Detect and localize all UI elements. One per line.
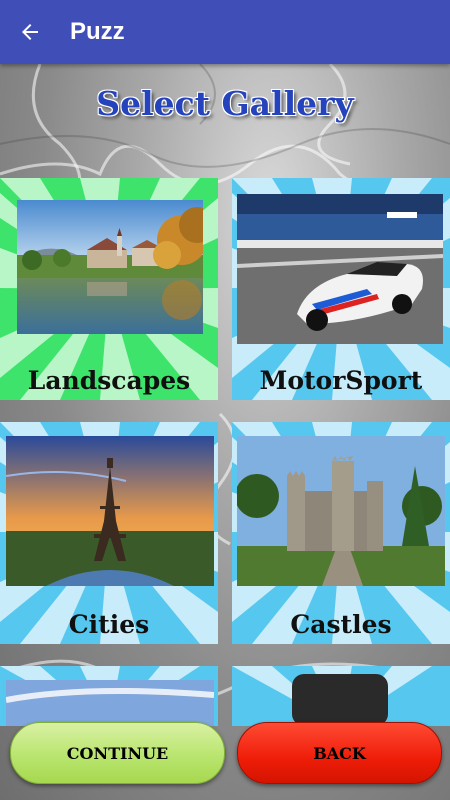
gallery-label: MotorSport bbox=[259, 366, 423, 395]
landscapes-image bbox=[17, 200, 203, 334]
castles-image bbox=[237, 436, 445, 586]
gallery-6-image bbox=[292, 674, 388, 726]
gallery-tile-cities[interactable]: Cities bbox=[0, 422, 218, 644]
gallery-tile-landscapes[interactable]: Landscapes bbox=[0, 178, 218, 400]
gallery-label: Landscapes bbox=[27, 366, 191, 395]
gallery-5-image bbox=[6, 680, 214, 726]
back-button[interactable]: BACK bbox=[237, 722, 442, 784]
arrow-left-icon[interactable] bbox=[6, 8, 54, 56]
continue-button[interactable]: CONTINUE bbox=[10, 722, 225, 784]
app-bar: Puzz bbox=[0, 0, 450, 64]
cities-image bbox=[6, 436, 214, 586]
gallery-heading: Select Gallery bbox=[96, 84, 354, 123]
gallery-label: Cities bbox=[68, 610, 150, 639]
gallery-tile-castles[interactable]: Castles bbox=[232, 422, 450, 644]
gallery-tile-6[interactable] bbox=[232, 666, 450, 726]
app-title: Puzz bbox=[70, 18, 125, 45]
gallery-label: Castles bbox=[290, 610, 392, 639]
gallery-tile-5[interactable] bbox=[0, 666, 218, 726]
gallery-tile-motorsport[interactable]: MotorSport bbox=[232, 178, 450, 400]
motorsport-image bbox=[237, 194, 443, 344]
